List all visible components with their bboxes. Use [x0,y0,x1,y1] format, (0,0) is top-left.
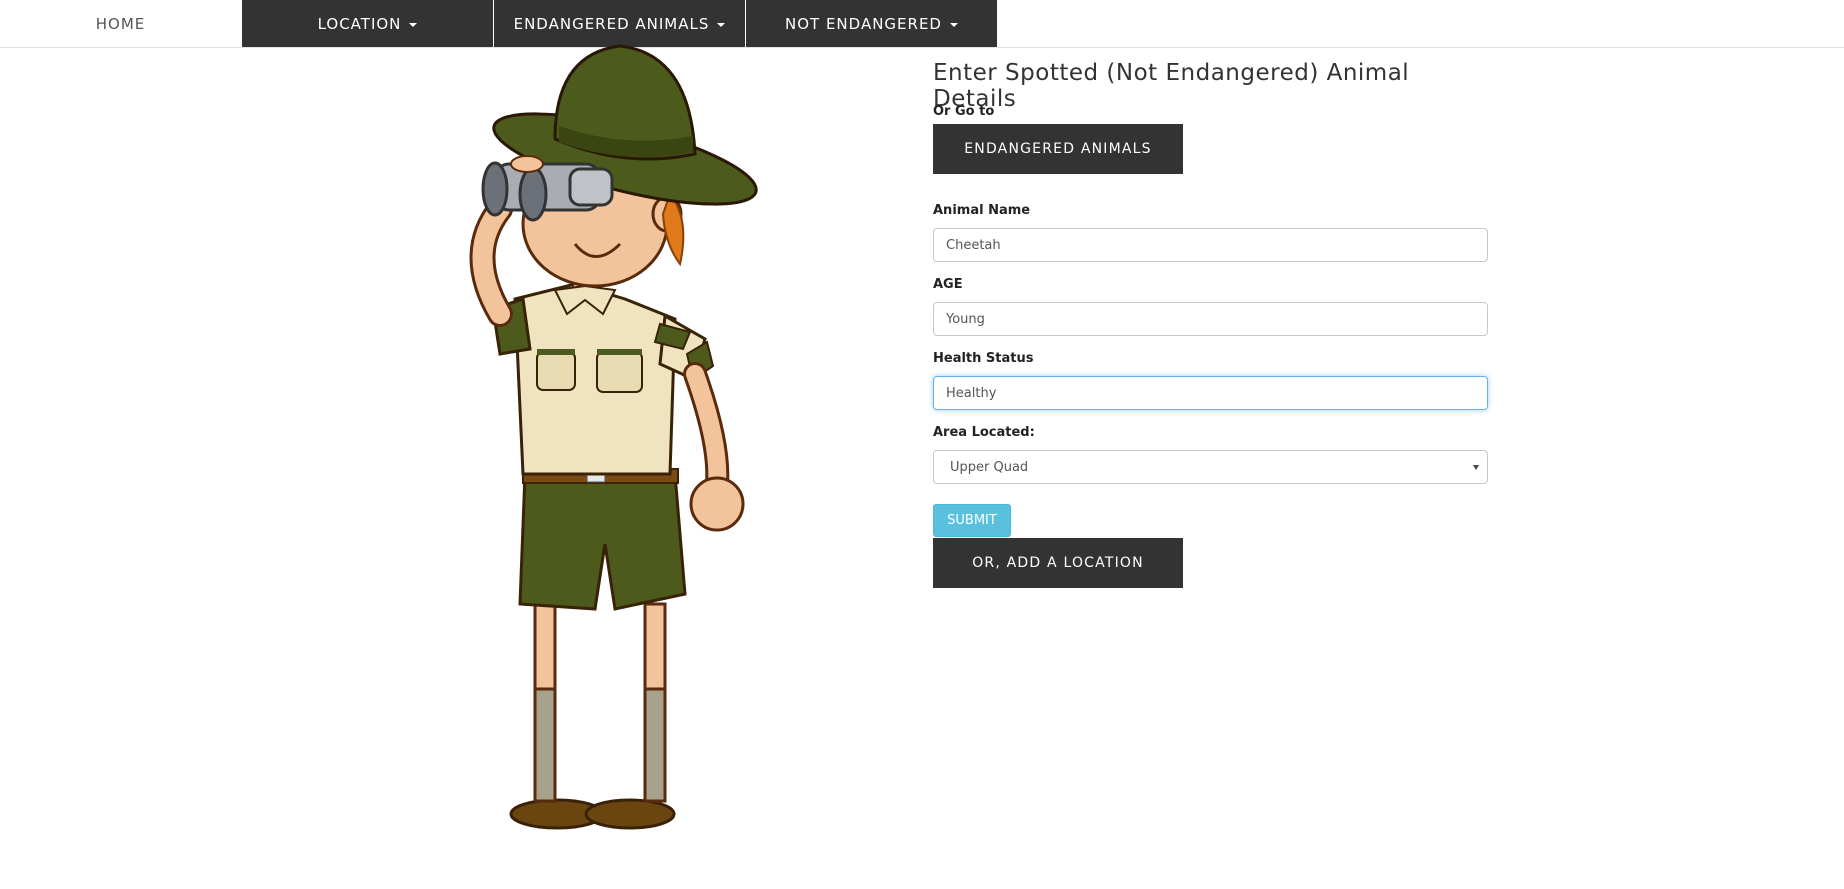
caret-down-icon [949,22,958,27]
age-input[interactable] [933,302,1488,336]
nav-endangered-dropdown[interactable]: ENDANGERED ANIMALS [494,0,746,47]
area-located-label: Area Located: [933,425,1035,440]
area-located-select[interactable]: Upper Quad [933,450,1488,484]
park-ranger-illustration [469,44,758,830]
nav-location-label: LOCATION [317,14,402,33]
submit-button[interactable]: SUBMIT [933,504,1011,537]
animal-name-label: Animal Name [933,203,1031,218]
health-status-input[interactable] [933,376,1488,410]
add-location-button[interactable]: OR, ADD A LOCATION [933,538,1183,588]
top-navbar: HOME LOCATION ENDANGERED ANIMALS NOT END… [0,0,1844,48]
caret-down-icon [717,22,726,27]
animal-details-form: Enter Spotted (Not Endangered) Animal De… [933,60,1493,588]
nav-endangered-label: ENDANGERED ANIMALS [513,14,710,33]
age-label: AGE [933,277,963,292]
endangered-animals-button[interactable]: ENDANGERED ANIMALS [933,124,1183,174]
nav-not-endangered-label: NOT ENDANGERED [785,14,942,33]
nav-home-label: HOME [95,14,146,33]
nav-location-dropdown[interactable]: LOCATION [242,0,494,47]
goto-label: Or Go to [933,104,995,119]
caret-down-icon [409,22,418,27]
page-title: Enter Spotted (Not Endangered) Animal De… [933,60,1410,112]
area-located-value: Upper Quad [950,459,1029,475]
chevron-down-icon [1473,465,1479,470]
animal-name-input[interactable] [933,228,1488,262]
nav-home[interactable]: HOME [0,0,241,47]
nav-not-endangered-dropdown[interactable]: NOT ENDANGERED [746,0,998,47]
health-status-label: Health Status [933,351,1034,366]
